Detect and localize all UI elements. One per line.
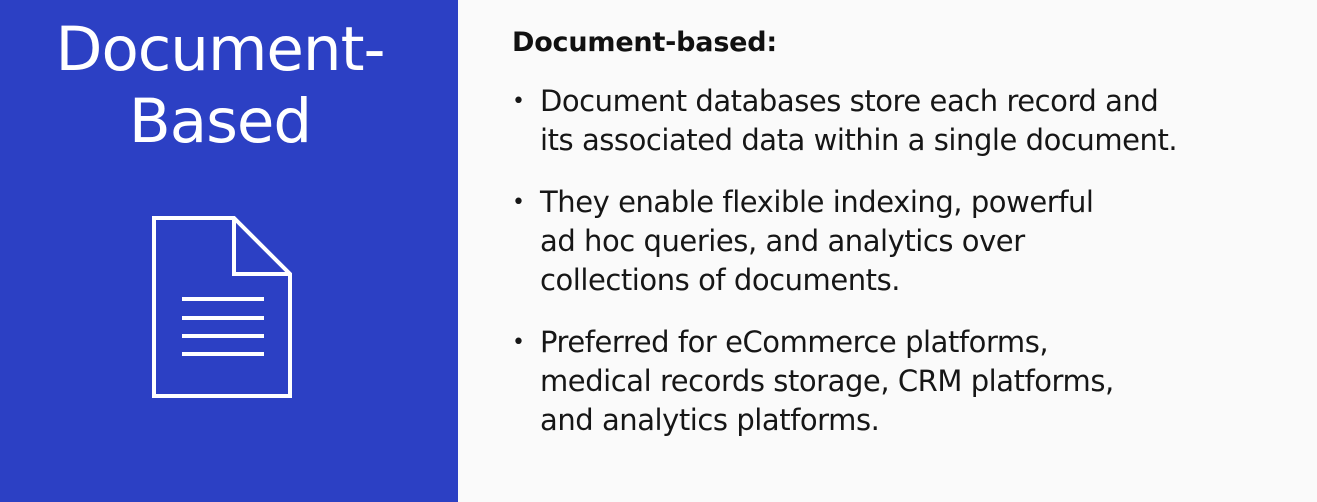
section-heading: Document-based: bbox=[512, 27, 778, 58]
bullet-list: Document databases store each record and… bbox=[512, 82, 1282, 463]
bullet-item: They enable flexible indexing, powerful … bbox=[512, 183, 1282, 300]
slide: Document- Based Document-based: Document… bbox=[0, 0, 1317, 502]
bullet-item: Preferred for eCommerce platforms, medic… bbox=[512, 323, 1282, 440]
bullet-item: Document databases store each record and… bbox=[512, 82, 1282, 160]
left-panel: Document- Based bbox=[0, 0, 458, 502]
document-icon bbox=[152, 216, 292, 398]
left-title: Document- Based bbox=[55, 14, 385, 157]
right-panel: Document-based: Document databases store… bbox=[458, 0, 1317, 502]
